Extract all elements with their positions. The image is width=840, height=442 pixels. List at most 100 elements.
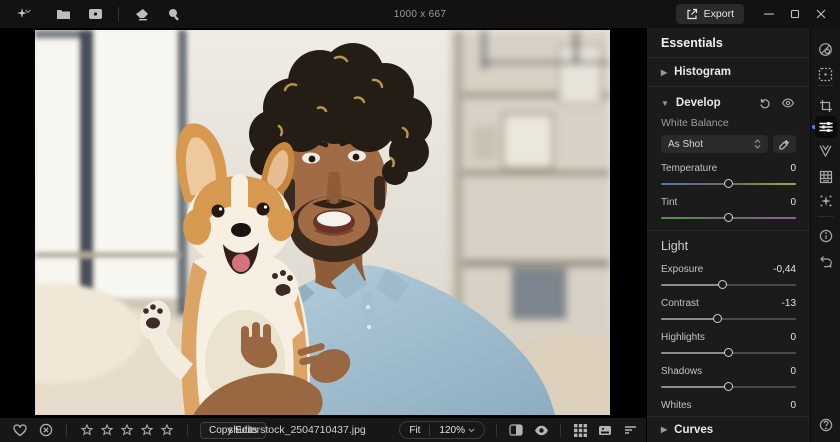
slider-label: Highlights [661, 332, 705, 343]
slider-value: 0 [790, 163, 796, 174]
slider-track[interactable] [661, 314, 796, 324]
clone-stamp-icon[interactable] [165, 5, 183, 23]
reset-adjustments-icon[interactable] [757, 95, 773, 111]
tool-rail [810, 28, 840, 442]
star-icon[interactable] [159, 422, 175, 438]
chevron-down-icon: ▼ [661, 99, 669, 108]
sort-list-icon[interactable] [622, 422, 638, 438]
maximize-button[interactable] [782, 0, 808, 28]
editor-canvas [0, 28, 646, 418]
favorite-heart-icon[interactable] [12, 422, 28, 438]
presets-icon[interactable] [818, 41, 834, 57]
white-balance-select[interactable]: As Shot [661, 135, 768, 153]
slider-exposure: Exposure -0,44 [661, 263, 796, 290]
photo-editor-window: 1000 x 667 Export [0, 0, 840, 442]
star-rating [79, 422, 175, 438]
bottom-divider [560, 424, 561, 437]
slider-value: -13 [782, 298, 796, 309]
close-button[interactable] [808, 0, 834, 28]
light-group-label: Light [661, 239, 796, 253]
slider-tint: Tint 0 [661, 196, 796, 223]
slider-thumb[interactable] [724, 382, 733, 391]
history-undo-icon[interactable] [818, 253, 834, 269]
compare-split-icon[interactable] [508, 422, 524, 438]
slider-temperature: Temperature 0 [661, 162, 796, 189]
chevron-right-icon: ▶ [661, 68, 667, 77]
lut-grid-icon[interactable] [818, 169, 834, 185]
select-chevrons-icon [754, 139, 761, 149]
bottom-toolbar: Copy Edits shutterstock_2504710437.jpg F… [0, 418, 646, 442]
slider-track[interactable] [661, 382, 796, 392]
gallery-grid-icon[interactable] [572, 422, 588, 438]
develop-section: ▼ Develop White Balance As Shot [647, 87, 810, 442]
slider-thumb[interactable] [718, 280, 727, 289]
slider-track[interactable] [661, 348, 796, 358]
slider-thumb[interactable] [713, 314, 722, 323]
slider-thumb[interactable] [724, 213, 733, 222]
rail-divider [818, 85, 834, 86]
slider-label: Exposure [661, 264, 703, 275]
star-icon[interactable] [119, 422, 135, 438]
minimize-button[interactable] [756, 0, 782, 28]
panel-title: Essentials [647, 28, 810, 58]
slider-value: 0 [790, 332, 796, 343]
bottom-divider [187, 424, 188, 437]
slider-shadows: Shadows 0 [661, 365, 796, 392]
histogram-section-header[interactable]: ▶ Histogram [647, 58, 810, 87]
help-icon[interactable] [818, 417, 834, 433]
ai-enhance-icon[interactable] [14, 5, 40, 23]
rail-divider [818, 216, 834, 217]
slider-track[interactable] [661, 179, 796, 189]
select-marquee-icon[interactable] [818, 66, 834, 82]
slider-label: Contrast [661, 298, 699, 309]
visibility-eye-icon[interactable] [780, 95, 796, 111]
folder-icon[interactable] [54, 5, 72, 23]
slider-track[interactable] [661, 280, 796, 290]
edit-panel: Essentials ▶ Histogram ▼ Develop White B… [646, 28, 810, 442]
slider-value: 0 [790, 366, 796, 377]
star-icon[interactable] [139, 422, 155, 438]
export-icon [686, 8, 698, 20]
slider-label: Tint [661, 197, 677, 208]
fit-button[interactable]: Fit [400, 422, 429, 438]
slider-contrast: Contrast -13 [661, 297, 796, 324]
eyedropper-button[interactable] [773, 135, 796, 153]
bottom-divider [496, 424, 497, 437]
export-button[interactable]: Export [676, 4, 744, 24]
slider-label: Whites [661, 400, 692, 411]
eraser-icon[interactable] [133, 5, 151, 23]
star-icon[interactable] [79, 422, 95, 438]
curves-section-header[interactable]: ▶ Curves [647, 416, 810, 442]
photo-man-with-corgi[interactable] [35, 30, 610, 415]
filename-label: shutterstock_2504710437.jpg [228, 424, 366, 436]
reject-icon[interactable] [38, 422, 54, 438]
slider-thumb[interactable] [724, 179, 733, 188]
add-photo-icon[interactable] [86, 5, 104, 23]
filmstrip-icon[interactable] [597, 422, 613, 438]
image-dimensions-label: 1000 x 667 [394, 9, 447, 20]
ai-sparkle-icon[interactable] [818, 193, 834, 209]
develop-section-header[interactable]: Develop [676, 97, 721, 109]
preview-eye-icon[interactable] [533, 422, 549, 438]
window-controls [756, 0, 834, 28]
slider-value: 0 [790, 197, 796, 208]
export-button-label: Export [704, 8, 734, 20]
slider-highlights: Highlights 0 [661, 331, 796, 358]
slider-thumb[interactable] [724, 348, 733, 357]
chevron-right-icon: ▶ [661, 425, 667, 434]
bottom-divider [66, 424, 67, 437]
mask-icon[interactable] [818, 143, 834, 159]
white-balance-label: White Balance [661, 117, 796, 129]
chevron-down-icon [468, 428, 475, 433]
slider-value: -0,44 [773, 264, 796, 275]
info-icon[interactable] [818, 228, 834, 244]
edit-adjustments-icon[interactable] [815, 116, 837, 138]
slider-value: 0 [790, 400, 796, 411]
top-toolbar: 1000 x 667 Export [0, 0, 840, 28]
slider-label: Temperature [661, 163, 717, 174]
slider-track[interactable] [661, 213, 796, 223]
zoom-level-button[interactable]: 120% [430, 422, 484, 438]
slider-label: Shadows [661, 366, 702, 377]
crop-icon[interactable] [818, 98, 834, 114]
star-icon[interactable] [99, 422, 115, 438]
